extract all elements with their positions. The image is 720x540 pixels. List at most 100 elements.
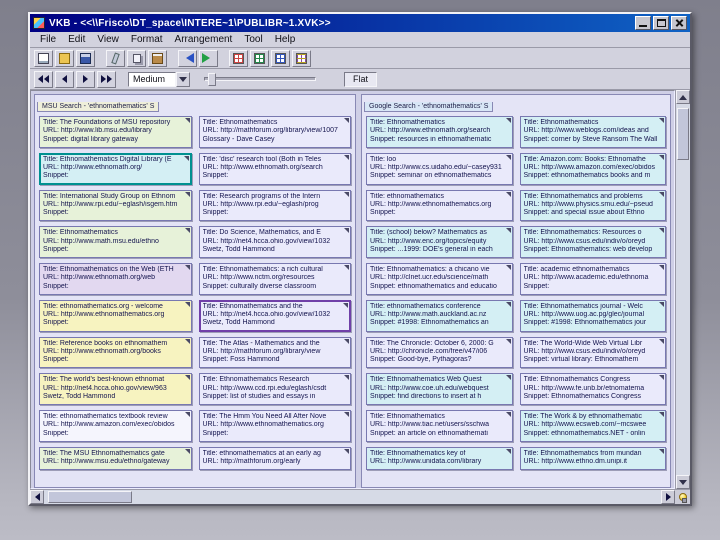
menu-item-arrangement[interactable]: Arrangement: [169, 33, 239, 46]
save-button[interactable]: [76, 49, 95, 67]
info-card[interactable]: Title: (school) below? Mathematics as URL…: [366, 226, 513, 258]
paste-button[interactable]: [148, 49, 167, 67]
info-card[interactable]: Title: Ethnomathematics Congress URL: htt…: [519, 373, 666, 405]
info-card[interactable]: Title: The Work & by ethnomathematic URL:…: [519, 410, 666, 442]
menu-item-tool[interactable]: Tool: [238, 33, 268, 46]
minimize-button[interactable]: [635, 16, 651, 30]
zoom-slider[interactable]: [204, 73, 316, 86]
vertical-scroll-thumb[interactable]: [677, 108, 689, 160]
zoom-dropdown[interactable]: Medium: [128, 71, 190, 87]
open-folder-button[interactable]: [55, 49, 74, 67]
info-card[interactable]: Title: ethnomathematics at an early ag UR…: [198, 446, 351, 471]
card-text: Snippet:: [523, 282, 550, 290]
info-card[interactable]: Title: The Foundations of MSU repository…: [39, 116, 192, 148]
arrow-down-icon: [679, 479, 687, 485]
info-card[interactable]: Title: Ethnomathematics journal - Welc UR…: [519, 299, 666, 332]
info-card[interactable]: Title: Do Science, Mathematics, and E URL…: [198, 226, 351, 258]
info-card[interactable]: Title: Ethnomathematics on the Web (ETH U…: [39, 263, 192, 295]
info-card[interactable]: Title: Ethnomathematics and the URL: http…: [198, 299, 351, 332]
info-card[interactable]: Title: ethnomathematics conference URL: h…: [366, 299, 513, 332]
scroll-left-button[interactable]: [30, 490, 44, 504]
grid-view-green-icon: [254, 52, 265, 64]
grid-view-multi-button[interactable]: [292, 49, 311, 67]
info-card[interactable]: Title: academic ethnomathematics URL: htt…: [519, 263, 666, 295]
info-card[interactable]: Title: loo URL: http://www.cs.uidaho.edu/…: [366, 152, 513, 185]
chevron-down-icon: [179, 76, 187, 82]
close-button[interactable]: [671, 16, 687, 30]
vertical-scroll-track[interactable]: [676, 160, 690, 475]
menu-item-file[interactable]: File: [34, 33, 62, 46]
region-label-1[interactable]: Google Search - 'ethnomathematics' S: [364, 102, 494, 112]
region-label-0[interactable]: MSU Search - 'ethnomathematics' S: [37, 102, 160, 112]
info-card[interactable]: Title: Ethnomathematics URL: http://www.w…: [519, 116, 666, 148]
scroll-down-button[interactable]: [676, 475, 690, 489]
card-text: Snippet: corner by Steve Ransom The Wall: [523, 135, 658, 143]
info-card[interactable]: Title: Ethnomathematics key of URL: http:…: [366, 446, 513, 471]
nav-last-button[interactable]: [97, 70, 116, 88]
info-card[interactable]: Title: Ethnomathematics Research URL: htt…: [198, 373, 351, 405]
new-document-button[interactable]: [34, 49, 53, 67]
card-columns: Title: Ethnomathematics URL: http://www.e…: [362, 113, 670, 473]
info-card[interactable]: Title: 'disc' research tool (Both in Tel…: [198, 152, 351, 185]
cut-button[interactable]: [106, 49, 125, 67]
info-card[interactable]: Title: Amazon.com: Books: Ethnomathe URL:…: [519, 152, 666, 185]
grid-view-blue-button[interactable]: [271, 49, 290, 67]
card-text: Snippet: ethnomathematics books and m: [523, 172, 651, 180]
app-window: VKB - <<\\Frisco\DT_space\INTERE~1\PUBLI…: [28, 12, 692, 506]
zoom-value[interactable]: Medium: [128, 71, 176, 87]
title-bar[interactable]: VKB - <<\\Frisco\DT_space\INTERE~1\PUBLI…: [30, 14, 690, 32]
info-card[interactable]: Title: ethnomathematics.org - welcome URL…: [39, 299, 192, 332]
info-card[interactable]: Title: Ethnomathematics URL: http://www.t…: [366, 410, 513, 442]
horizontal-scroll-track[interactable]: [132, 490, 661, 504]
vertical-scrollbar[interactable]: [675, 90, 690, 489]
card-text: Title: Do Science, Mathematics, and E: [202, 229, 321, 237]
card-text: Swetz, Todd Hammond: [43, 392, 116, 400]
info-card[interactable]: Title: The Chronicle: October 6, 2000: G…: [366, 336, 513, 369]
nav-prev-button[interactable]: [55, 70, 74, 88]
arrow-right-icon: [665, 493, 671, 501]
info-card[interactable]: Title: ethnomathematics textbook review U…: [39, 410, 192, 442]
copy-button[interactable]: [127, 49, 146, 67]
info-card[interactable]: Title: ethnomathematics URL: http://www.e…: [366, 189, 513, 222]
info-card[interactable]: Title: Ethnomathematics and problems URL:…: [519, 189, 666, 222]
menu-item-edit[interactable]: Edit: [62, 33, 91, 46]
info-card[interactable]: Title: Ethnomathematics: Resources o URL:…: [519, 226, 666, 258]
info-card[interactable]: Title: Ethnomathematics URL: http://mathf…: [198, 116, 351, 148]
undo-button[interactable]: [178, 49, 197, 67]
scroll-up-button[interactable]: [676, 90, 690, 104]
info-card[interactable]: Title: Ethnomathematics from mundan URL: …: [519, 446, 666, 471]
info-card[interactable]: Title: Ethnomathematics: a chicano vie UR…: [366, 263, 513, 295]
horizontal-scrollbar[interactable]: [30, 490, 675, 504]
menu-item-view[interactable]: View: [91, 33, 125, 46]
nav-next-button[interactable]: [76, 70, 95, 88]
info-card[interactable]: Title: Ethnomathematics URL: http://www.m…: [39, 226, 192, 258]
zoom-slider-handle[interactable]: [208, 73, 216, 86]
info-card[interactable]: Title: Ethnomathematics: a rich cultural…: [198, 263, 351, 295]
cut-icon: [111, 51, 120, 65]
info-card[interactable]: Title: The World-Wide Web Virtual Libr UR…: [519, 336, 666, 369]
info-card[interactable]: Title: Reference books on ethnomathem URL…: [39, 336, 192, 369]
scroll-right-button[interactable]: [661, 490, 675, 504]
info-card[interactable]: Title: Ethnomathematics Digital Library …: [39, 152, 192, 185]
info-card[interactable]: Title: The world's best-known ethnomat UR…: [39, 373, 192, 405]
grid-view-red-button[interactable]: [229, 49, 248, 67]
info-card[interactable]: Title: Ethnomathematics URL: http://www.e…: [366, 116, 513, 148]
grid-view-green-button[interactable]: [250, 49, 269, 67]
content-row: MSU Search - 'ethnomathematics' S Title: …: [30, 90, 690, 489]
info-card[interactable]: Title: Ethnomathematics Web Quest URL: ht…: [366, 373, 513, 405]
nav-first-button[interactable]: [34, 70, 53, 88]
info-card[interactable]: Title: The Hmm You Need All After Nove UR…: [198, 410, 351, 442]
workspace-canvas[interactable]: MSU Search - 'ethnomathematics' S Title: …: [30, 90, 675, 489]
menu-item-help[interactable]: Help: [269, 33, 302, 46]
info-card[interactable]: Title: Research programs of the Intern UR…: [198, 189, 351, 222]
suggestion-corner[interactable]: [675, 490, 690, 504]
horizontal-scroll-thumb[interactable]: [48, 491, 132, 503]
card-text: Title: Ethnomathematics: [43, 229, 118, 237]
zoom-dropdown-button[interactable]: [176, 71, 190, 87]
info-card[interactable]: Title: The MSU Ethnomathematics gate URL:…: [39, 446, 192, 471]
info-card[interactable]: Title: International Study Group on Ethn…: [39, 189, 192, 222]
menu-item-format[interactable]: Format: [125, 33, 169, 46]
maximize-button[interactable]: [653, 16, 669, 30]
info-card[interactable]: Title: The Atlas - Mathematics and the UR…: [198, 336, 351, 369]
redo-button[interactable]: [199, 49, 218, 67]
